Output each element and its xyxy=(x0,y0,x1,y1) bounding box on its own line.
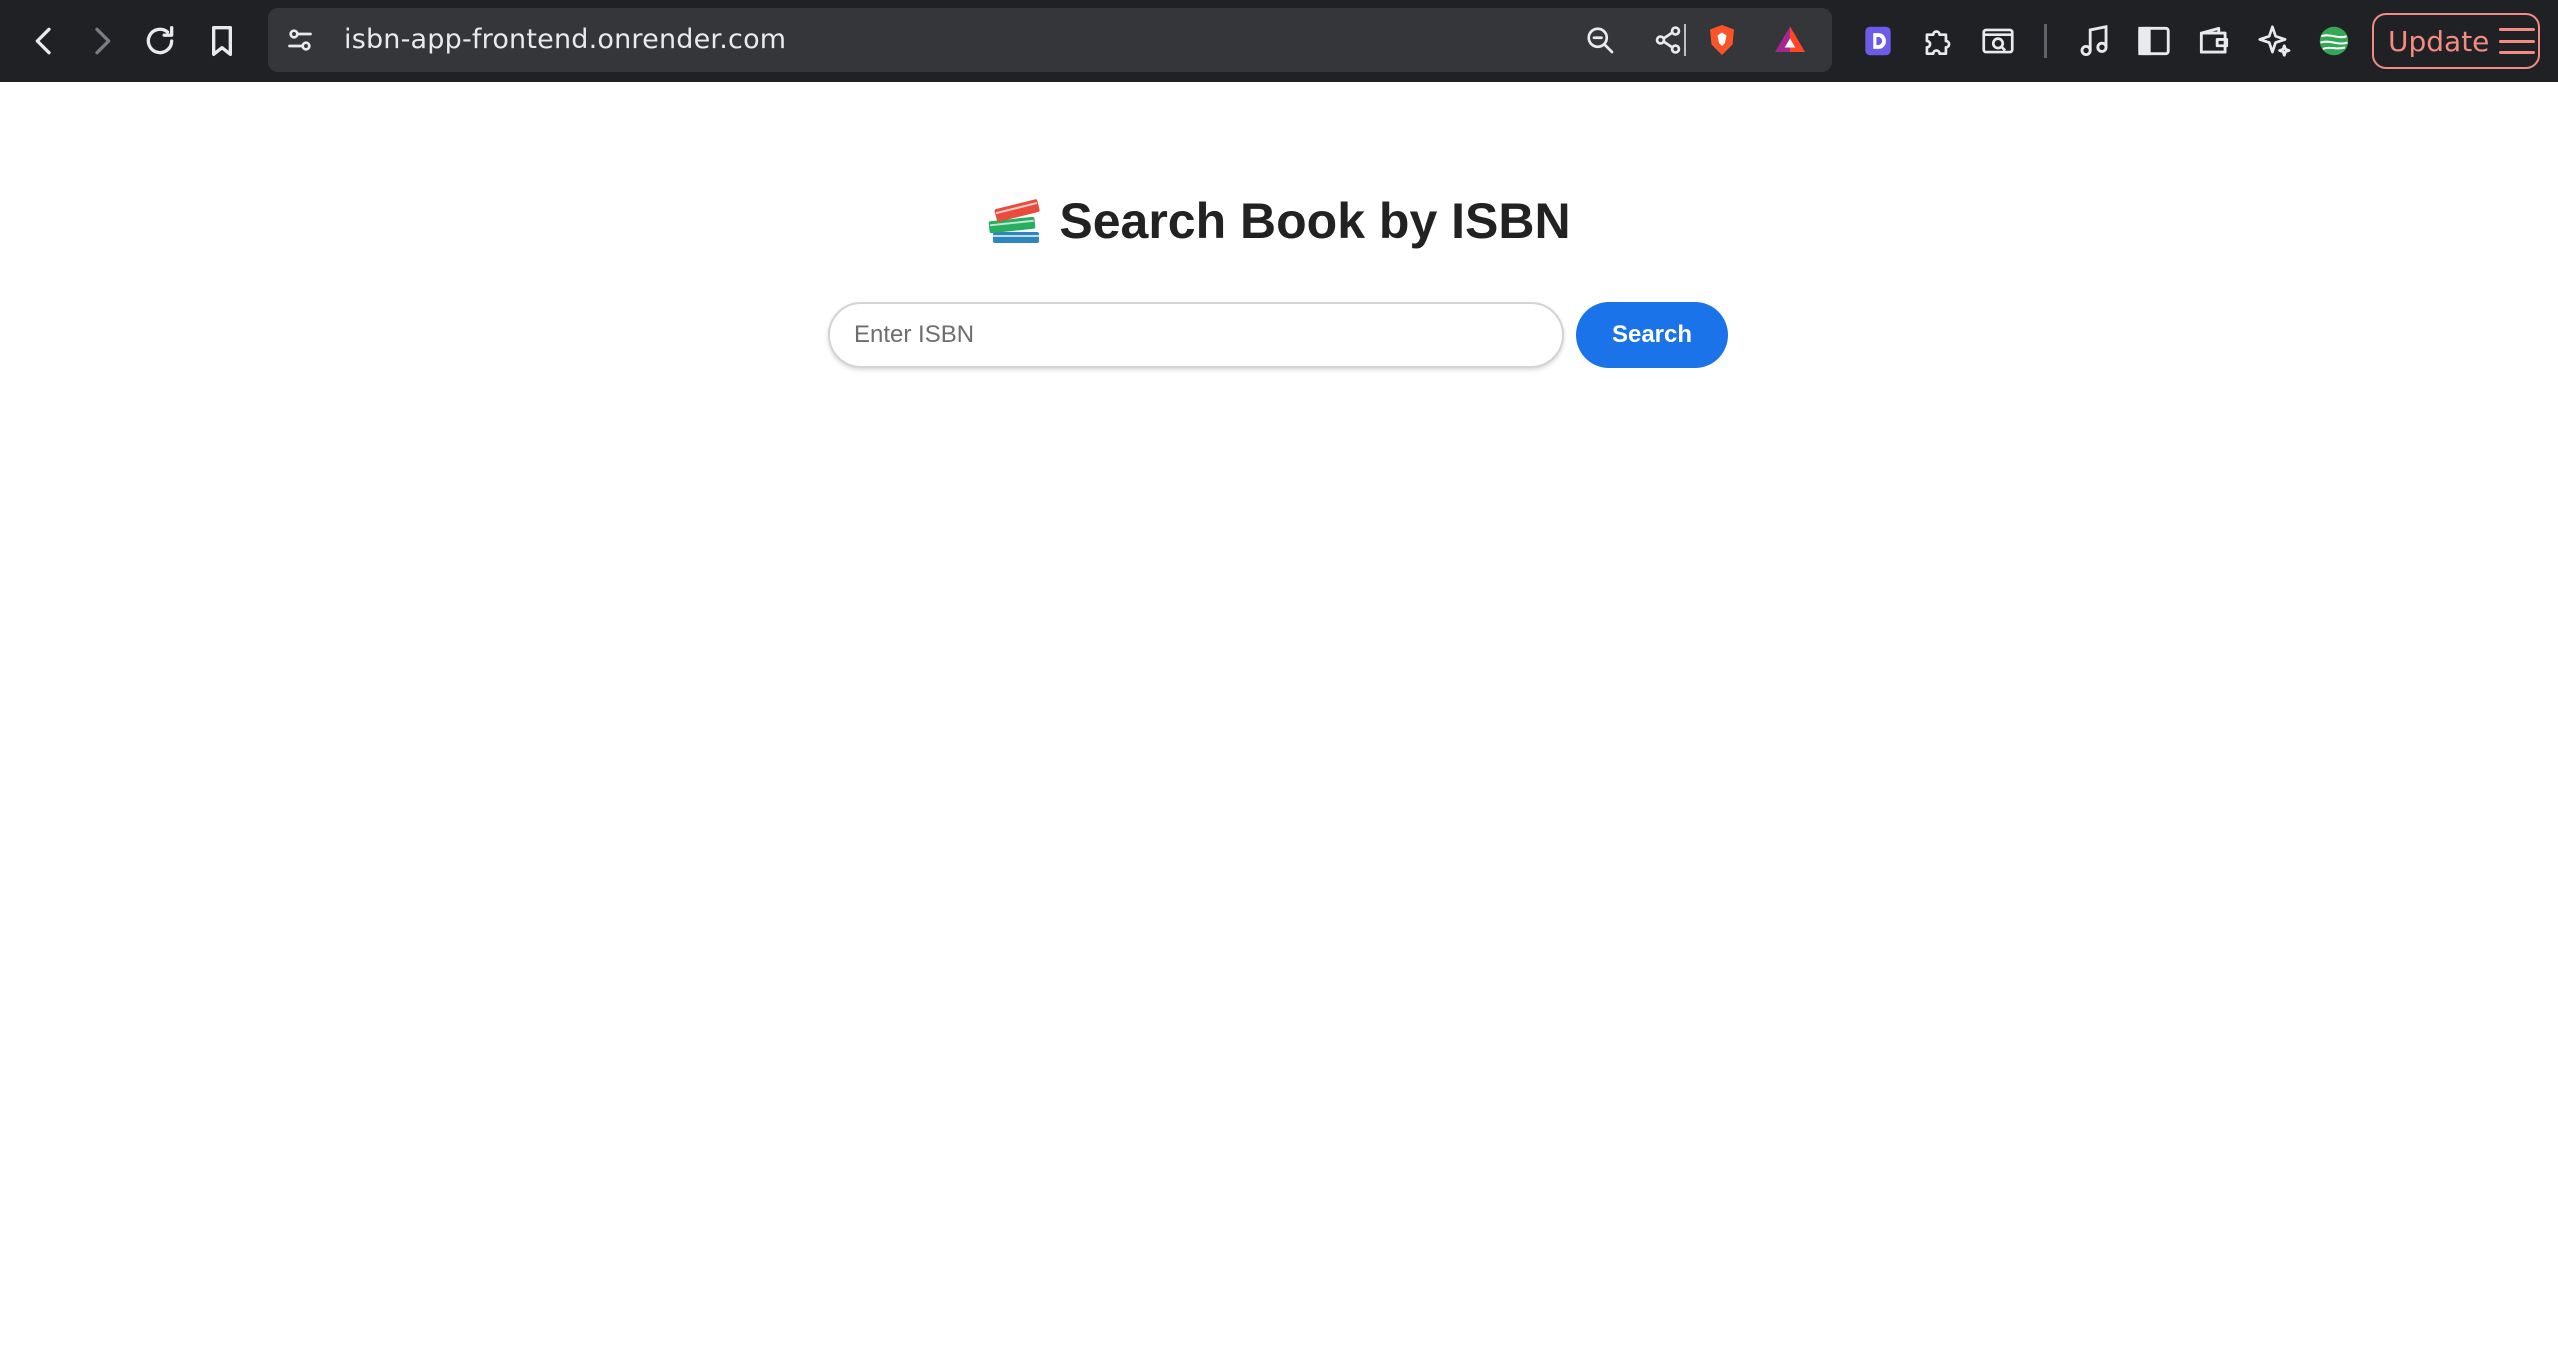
bookmark-icon[interactable] xyxy=(198,17,246,65)
music-icon[interactable] xyxy=(2072,19,2116,63)
forward-arrow-icon[interactable] xyxy=(78,17,126,65)
search-button[interactable]: Search xyxy=(1576,302,1728,368)
brave-shields-icon[interactable] xyxy=(1702,20,1742,60)
page-content: Search Book by ISBN Search xyxy=(0,82,2558,1364)
share-icon[interactable] xyxy=(1648,20,1688,60)
address-bar[interactable]: isbn-app-frontend.onrender.com xyxy=(268,8,1832,72)
books-icon xyxy=(987,192,1045,246)
globe-icon[interactable] xyxy=(2312,19,2356,63)
sidebar-icon[interactable] xyxy=(2132,19,2176,63)
site-settings-icon[interactable] xyxy=(280,20,320,60)
page-title: Search Book by ISBN xyxy=(0,192,2558,250)
update-label: Update xyxy=(2388,24,2490,58)
browser-toolbar: isbn-app-frontend.onrender.com Update xyxy=(0,0,2558,82)
reload-icon[interactable] xyxy=(136,17,184,65)
leo-sparkle-icon[interactable] xyxy=(2252,19,2296,63)
back-arrow-icon[interactable] xyxy=(20,17,68,65)
extension-d-icon[interactable] xyxy=(1856,19,1900,63)
hamburger-menu-icon xyxy=(2499,28,2536,54)
isbn-search-input[interactable] xyxy=(828,302,1564,368)
zoom-out-icon[interactable] xyxy=(1580,20,1620,60)
page-title-text: Search Book by ISBN xyxy=(1059,193,1571,249)
puzzle-icon[interactable] xyxy=(1916,19,1960,63)
address-bar-divider xyxy=(1684,24,1686,56)
url-text[interactable]: isbn-app-frontend.onrender.com xyxy=(344,8,786,72)
screenshot-icon[interactable] xyxy=(1976,19,2020,63)
wallet-icon[interactable] xyxy=(2192,19,2236,63)
toolbar-divider xyxy=(2044,24,2047,58)
update-menu-button[interactable]: Update xyxy=(2372,13,2540,69)
brave-rewards-icon[interactable] xyxy=(1770,20,1810,60)
